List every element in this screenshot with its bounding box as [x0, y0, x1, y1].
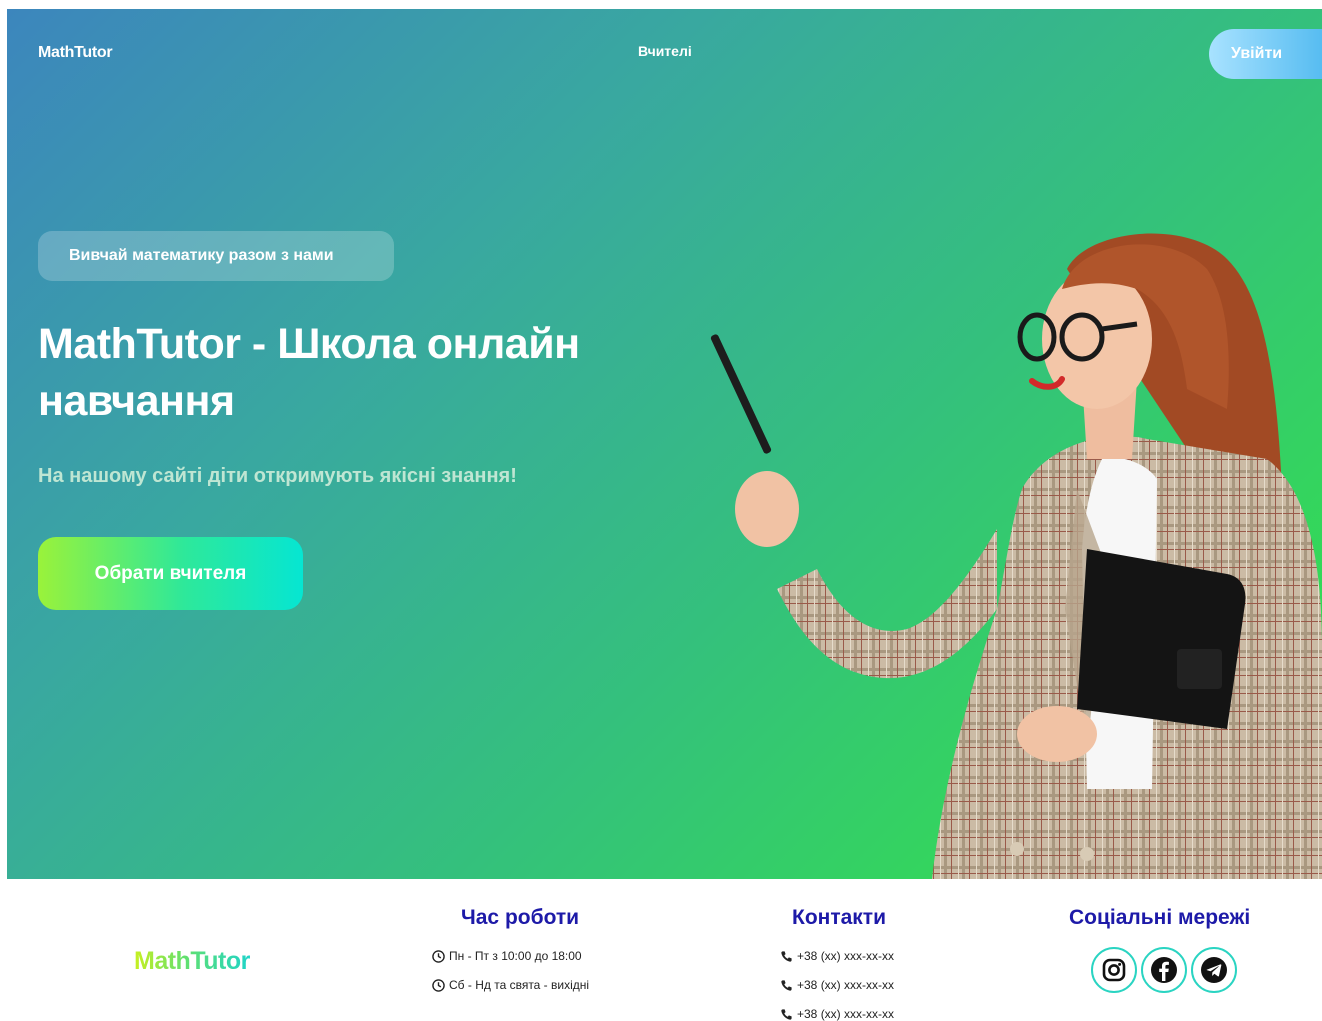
- footer-brand-logo[interactable]: MathTutor: [134, 947, 250, 976]
- footer: MathTutor Час роботи Пн - Пт з 10:00 до …: [0, 879, 1322, 1021]
- nav-link-teachers[interactable]: Вчителі: [638, 43, 692, 59]
- phone-icon: [779, 949, 793, 963]
- telegram-icon[interactable]: [1191, 947, 1237, 993]
- hours-title: Час роботи: [461, 906, 580, 929]
- login-button[interactable]: Увійти: [1209, 29, 1322, 79]
- social-title: Соціальні мережі: [1069, 906, 1251, 929]
- hours-weekdays: Пн - Пт з 10:00 до 18:00: [431, 949, 582, 963]
- hero-subtitle: На нашому сайті діти откримують якісні з…: [38, 465, 517, 487]
- contact-phone-2-text: +38 (xx) xxx-xx-xx: [797, 978, 895, 992]
- contact-phone-1-text: +38 (xx) xxx-xx-xx: [797, 949, 895, 963]
- instagram-icon[interactable]: [1091, 947, 1137, 993]
- hero-section: MathTutor Вчителі Увійти Вивчай математи…: [7, 9, 1322, 879]
- contact-phone-1[interactable]: +38 (xx) xxx-xx-xx: [779, 949, 894, 963]
- contact-phone-2[interactable]: +38 (xx) xxx-xx-xx: [779, 978, 894, 992]
- teacher-photo: [710, 233, 1322, 879]
- tagline-badge: Вивчай математику разом з нами: [38, 231, 394, 281]
- hours-weekdays-text: Пн - Пт з 10:00 до 18:00: [449, 949, 582, 963]
- phone-icon: [779, 978, 793, 992]
- contact-phone-3-text: +38 (xx) xxx-xx-xx: [797, 1007, 895, 1021]
- phone-icon: [779, 1007, 793, 1021]
- hours-weekend: Сб - Нд та свята - вихідні: [431, 978, 589, 992]
- contact-phone-3[interactable]: +38 (xx) xxx-xx-xx: [779, 1007, 894, 1021]
- facebook-icon[interactable]: [1141, 947, 1187, 993]
- hours-weekend-text: Сб - Нд та свята - вихідні: [449, 978, 590, 992]
- clock-icon: [431, 978, 445, 992]
- hero-title: MathTutor - Школа онлайн навчання: [38, 320, 580, 425]
- brand-logo[interactable]: MathTutor: [38, 44, 113, 62]
- clock-icon: [431, 949, 445, 963]
- contacts-title: Контакти: [792, 906, 886, 929]
- choose-teacher-button[interactable]: Обрати вчителя: [38, 537, 303, 610]
